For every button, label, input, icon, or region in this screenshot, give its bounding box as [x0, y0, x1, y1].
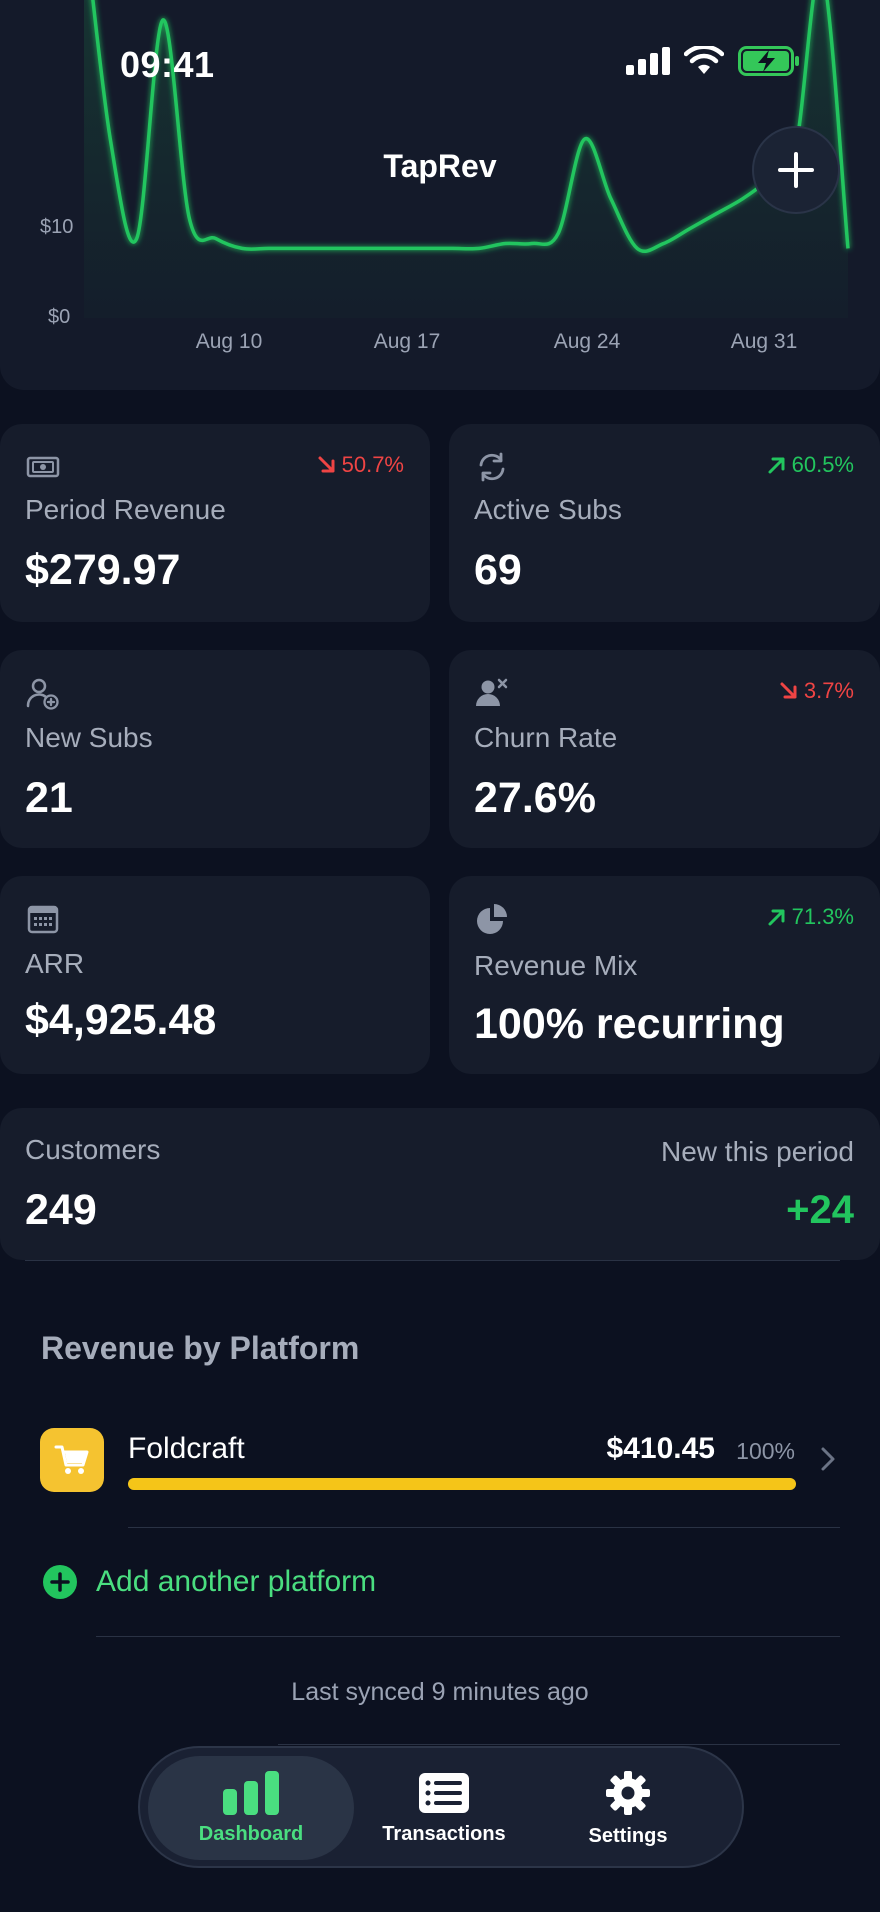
- platform-name: Foldcraft: [128, 1432, 245, 1465]
- metric-value: 27.6%: [474, 774, 596, 822]
- chevron-right-icon: [821, 1447, 835, 1471]
- customers-label: Customers: [25, 1134, 161, 1165]
- change-value: 50.7%: [341, 452, 404, 477]
- tab-bar: Dashboard Transactions Settings: [138, 1746, 744, 1868]
- platform-percent: 100%: [736, 1438, 795, 1464]
- arrow-down-right-icon: [318, 456, 335, 473]
- divider: [128, 1527, 840, 1528]
- gear-icon: [606, 1770, 650, 1815]
- add-platform-button[interactable]: Add another platform: [42, 1564, 376, 1600]
- metric-label: ARR: [25, 948, 85, 979]
- add-platform-label: Add another platform: [96, 1565, 377, 1598]
- dashboard-screen: $10 $0 Aug 10 Aug 17 Aug 24 Aug 31 09:41: [0, 0, 880, 1912]
- tab-label: Transactions: [382, 1822, 506, 1845]
- customers-value: 249: [25, 1186, 97, 1234]
- metric-card-period-revenue[interactable]: 50.7% Period Revenue $279.97: [0, 424, 430, 622]
- status-bar: 09:41: [0, 0, 880, 120]
- metric-card-active-subs[interactable]: 60.5% Active Subs 69: [449, 424, 880, 622]
- tab-label: Dashboard: [198, 1822, 304, 1845]
- metric-label: Revenue Mix: [474, 950, 638, 981]
- change-value: 3.7%: [803, 678, 854, 703]
- calendar-icon: [27, 905, 59, 934]
- metric-card-arr[interactable]: ARR $4,925.48: [0, 876, 430, 1074]
- add-button[interactable]: [752, 126, 840, 214]
- change-indicator: 50.7%: [316, 452, 404, 478]
- section-title-revenue-by-platform: Revenue by Platform: [41, 1330, 360, 1366]
- shopping-cart-icon: [54, 1445, 89, 1474]
- x-tick-label: Aug 10: [195, 330, 263, 353]
- platform-share-bar-fill: [128, 1478, 796, 1490]
- platform-logo: [40, 1428, 104, 1492]
- new-this-period-value: +24: [786, 1188, 854, 1232]
- y-tick-label: $0: [48, 306, 71, 328]
- metric-value: 21: [25, 774, 73, 822]
- divider: [278, 1744, 840, 1745]
- status-icons: [626, 46, 800, 76]
- arrow-up-right-icon: [768, 457, 785, 474]
- bar-chart-icon: [223, 1770, 279, 1815]
- plus-circle-icon: [43, 1565, 77, 1599]
- revenue-chart-card: $10 $0 Aug 10 Aug 17 Aug 24 Aug 31 09:41: [0, 0, 880, 390]
- y-tick-label: $10: [40, 216, 74, 238]
- metric-card-churn-rate[interactable]: 3.7% Churn Rate 27.6%: [449, 650, 880, 848]
- user-remove-icon: [476, 678, 508, 706]
- change-indicator: 71.3%: [766, 904, 854, 930]
- x-tick-label: Aug 24: [553, 330, 621, 353]
- arrow-up-right-icon: [768, 909, 785, 926]
- signal-icon: [626, 47, 670, 75]
- metric-card-revenue-mix[interactable]: 71.3% Revenue Mix 100% recurring: [449, 876, 880, 1074]
- refresh-icon: [479, 452, 505, 482]
- metric-value: $4,925.48: [25, 996, 217, 1044]
- user-add-icon: [26, 678, 59, 710]
- divider: [25, 1260, 840, 1261]
- metric-value: 100% recurring: [474, 1000, 785, 1048]
- x-tick-label: Aug 17: [373, 330, 441, 353]
- wifi-icon: [684, 46, 724, 74]
- tab-label: Settings: [588, 1824, 668, 1847]
- new-this-period-label: New this period: [661, 1136, 854, 1167]
- pie-chart-icon: [477, 904, 507, 934]
- metric-value: $279.97: [25, 546, 181, 594]
- platform-share-bar: [128, 1478, 796, 1490]
- change-indicator: 60.5%: [766, 452, 854, 478]
- x-tick-label: Aug 31: [730, 330, 798, 353]
- customers-card[interactable]: Customers 249 New this period +24: [0, 1108, 880, 1260]
- platform-amount: $410.45: [606, 1432, 715, 1465]
- metric-label: Period Revenue: [25, 494, 226, 525]
- battery-charging-icon: [738, 46, 799, 76]
- arrow-down-right-icon: [780, 682, 797, 699]
- change-value: 71.3%: [791, 904, 854, 929]
- status-time: 09:41: [120, 44, 215, 85]
- tab-dashboard[interactable]: Dashboard: [148, 1756, 354, 1860]
- change-indicator: 3.7%: [778, 678, 854, 704]
- metric-value: 69: [474, 546, 522, 594]
- cash-icon: [26, 456, 60, 478]
- tab-transactions[interactable]: Transactions: [354, 1756, 534, 1860]
- list-icon: [419, 1772, 469, 1813]
- metric-label: Churn Rate: [474, 722, 618, 753]
- metric-card-new-subs[interactable]: New Subs 21: [0, 650, 430, 848]
- metric-label: New Subs: [25, 722, 153, 753]
- last-synced-text: Last synced 9 minutes ago: [291, 1678, 589, 1706]
- divider: [96, 1636, 840, 1637]
- tab-settings[interactable]: Settings: [538, 1756, 718, 1860]
- change-value: 60.5%: [791, 452, 854, 477]
- app-title: TapRev: [383, 148, 497, 184]
- plus-icon: [778, 152, 814, 188]
- metric-label: Active Subs: [474, 494, 622, 525]
